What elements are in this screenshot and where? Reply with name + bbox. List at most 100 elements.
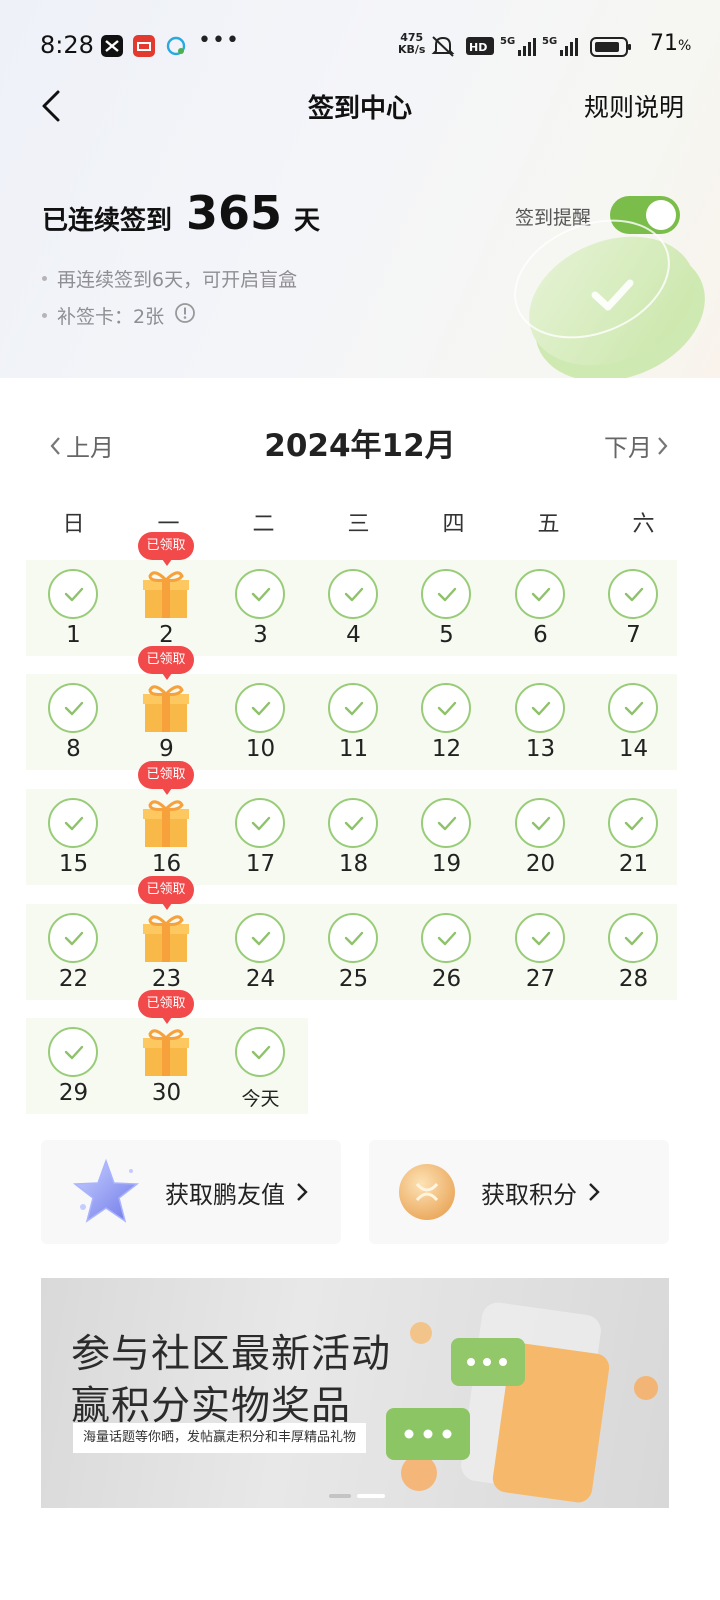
calendar-week-row: 15 16 17 18 19 20 21 [26, 789, 677, 885]
calendar-day[interactable]: 29 [26, 1018, 121, 1114]
calendar-day[interactable]: 6 [493, 560, 588, 656]
calendar-day[interactable]: 26 [399, 904, 494, 1000]
gift-box-icon [142, 566, 190, 624]
calendar-day[interactable]: 10 [213, 674, 308, 770]
pager-dot-active [357, 1494, 385, 1498]
calendar-day[interactable]: 27 [493, 904, 588, 1000]
day-number: 16 [151, 851, 182, 877]
month-navigation: 上月 2024年12月 下月 [0, 420, 720, 470]
calendar-day[interactable]: 18 [306, 789, 401, 885]
network-speed-unit: KB/s [398, 43, 426, 56]
blindbox-tip: 再连续签到6天，可开启盲盒 [42, 265, 297, 292]
calendar-day[interactable]: 12 [399, 674, 494, 770]
mute-icon [430, 34, 456, 62]
calendar-day[interactable]: 28 [586, 904, 681, 1000]
day-number: 28 [618, 966, 649, 992]
checked-icon [328, 683, 378, 733]
calendar-day[interactable]: 5 [399, 560, 494, 656]
day-number: 1 [66, 622, 81, 648]
calendar-day[interactable]: 23 [119, 904, 214, 1000]
day-number: 21 [618, 851, 649, 877]
claimed-badge: 已领取 [138, 761, 194, 795]
calendar-day[interactable]: 3 [213, 560, 308, 656]
day-number: 29 [58, 1080, 89, 1106]
blindbox-tip-text: 再连续签到6天，可开启盲盒 [57, 269, 298, 291]
day-number: 今天 [241, 1088, 280, 1110]
points-label: 获取积分 [481, 1180, 577, 1209]
checked-icon [235, 683, 285, 733]
bullet-dot [42, 276, 47, 281]
day-number: 17 [245, 851, 276, 877]
community-activity-banner[interactable]: 参与社区最新活动 赢积分实物奖品 海量话题等你晒，发帖赢走积分和丰厚精品礼物 [41, 1278, 669, 1508]
calendar-day[interactable]: 9 [119, 674, 214, 770]
info-icon[interactable] [174, 302, 196, 329]
calendar-day[interactable]: 1 [26, 560, 121, 656]
chevron-right-icon [297, 1183, 308, 1201]
weekday-thu: 四 [442, 512, 465, 537]
day-number: 3 [253, 622, 268, 648]
calendar-day[interactable]: 11 [306, 674, 401, 770]
day-number: 20 [525, 851, 556, 877]
next-month-button[interactable]: 下月 [604, 428, 672, 463]
day-number: 22 [58, 966, 89, 992]
day-number: 5 [439, 622, 454, 648]
weekday-wed: 三 [347, 512, 370, 537]
checked-icon [48, 569, 98, 619]
checkin-screen: 8:28 ••• 475 KB/s HD 5G 5G 71% 签到中心 规则说明… [0, 0, 720, 1600]
checked-icon [515, 913, 565, 963]
weekday-sun: 日 [62, 512, 85, 537]
points-card[interactable]: 获取积分 [369, 1140, 669, 1244]
calendar-day[interactable]: 21 [586, 789, 681, 885]
checked-icon [608, 569, 658, 619]
claimed-badge: 已领取 [138, 990, 194, 1024]
weekday-fri: 五 [537, 512, 560, 537]
signal-2-icon: 5G [542, 34, 582, 62]
calendar-day[interactable]: 25 [306, 904, 401, 1000]
checked-icon [421, 798, 471, 848]
checked-icon [328, 569, 378, 619]
claimed-badge: 已领取 [138, 646, 194, 680]
calendar-day[interactable]: 14 [586, 674, 681, 770]
calendar-day[interactable]: 19 [399, 789, 494, 885]
calendar-day[interactable]: 24 [213, 904, 308, 1000]
checked-icon [235, 569, 285, 619]
calendar-day[interactable]: 今天 [213, 1018, 308, 1114]
streak-days: 365 [186, 186, 283, 240]
calendar-day[interactable]: 16 [119, 789, 214, 885]
chat-phone-illustration [386, 1302, 658, 1503]
day-number: 13 [525, 736, 556, 762]
calendar-day[interactable]: 7 [586, 560, 681, 656]
rules-link[interactable]: 规则说明 [584, 88, 684, 124]
calendar-day[interactable]: 13 [493, 674, 588, 770]
status-time: 8:28 [40, 31, 94, 59]
day-number: 19 [431, 851, 462, 877]
calendar-day[interactable]: 4 [306, 560, 401, 656]
coin-icon [399, 1164, 455, 1220]
battery-unit: % [678, 38, 692, 54]
claimed-badge: 已领取 [138, 532, 194, 566]
calendar-day[interactable]: 20 [493, 789, 588, 885]
calendar-day[interactable]: 8 [26, 674, 121, 770]
checkin-header: 8:28 ••• 475 KB/s HD 5G 5G 71% 签到中心 规则说明… [0, 0, 720, 378]
day-number: 27 [525, 966, 556, 992]
news-notification-icon [133, 35, 155, 57]
weekday-sat: 六 [632, 512, 655, 537]
chat-notification-icon [165, 35, 187, 57]
calendar-day[interactable]: 17 [213, 789, 308, 885]
calendar-day[interactable]: 15 [26, 789, 121, 885]
friend-value-card[interactable]: 获取鹏友值 [41, 1140, 341, 1244]
calendar-day[interactable]: 2 [119, 560, 214, 656]
gift-box-icon [142, 680, 190, 738]
checked-icon [515, 683, 565, 733]
day-number: 11 [338, 736, 369, 762]
calendar-day[interactable]: 22 [26, 904, 121, 1000]
checked-icon [608, 683, 658, 733]
checked-icon [235, 913, 285, 963]
svg-text:5G: 5G [542, 36, 557, 47]
chevron-right-icon [589, 1183, 600, 1201]
calendar-week-row: 22 23 24 25 26 27 28 [26, 904, 677, 1000]
network-speed: 475 KB/s [398, 32, 425, 56]
calendar-week-row: 8 9 10 11 12 13 14 [26, 674, 677, 770]
day-number: 24 [245, 966, 276, 992]
calendar-day[interactable]: 30 [119, 1018, 214, 1114]
